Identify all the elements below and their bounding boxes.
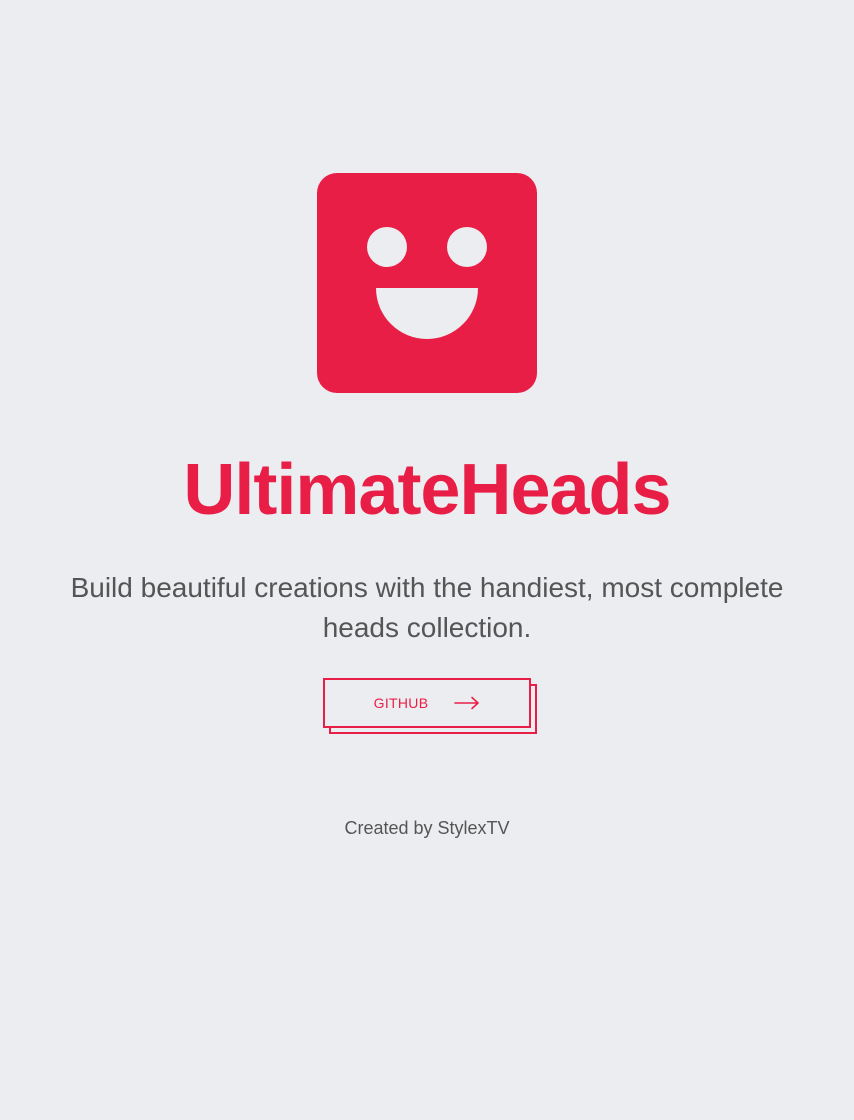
page-title: UltimateHeads (183, 450, 671, 530)
credit-text: Created by StylexTV (344, 818, 510, 838)
github-button[interactable]: GITHUB (323, 678, 531, 728)
github-button-wrapper: GITHUB (323, 678, 537, 734)
tagline: Build beautiful creations with the handi… (70, 572, 784, 643)
logo-icon (317, 173, 537, 393)
smiley-face-icon (317, 173, 537, 393)
arrow-right-icon (454, 696, 480, 710)
github-button-label: GITHUB (373, 695, 429, 711)
